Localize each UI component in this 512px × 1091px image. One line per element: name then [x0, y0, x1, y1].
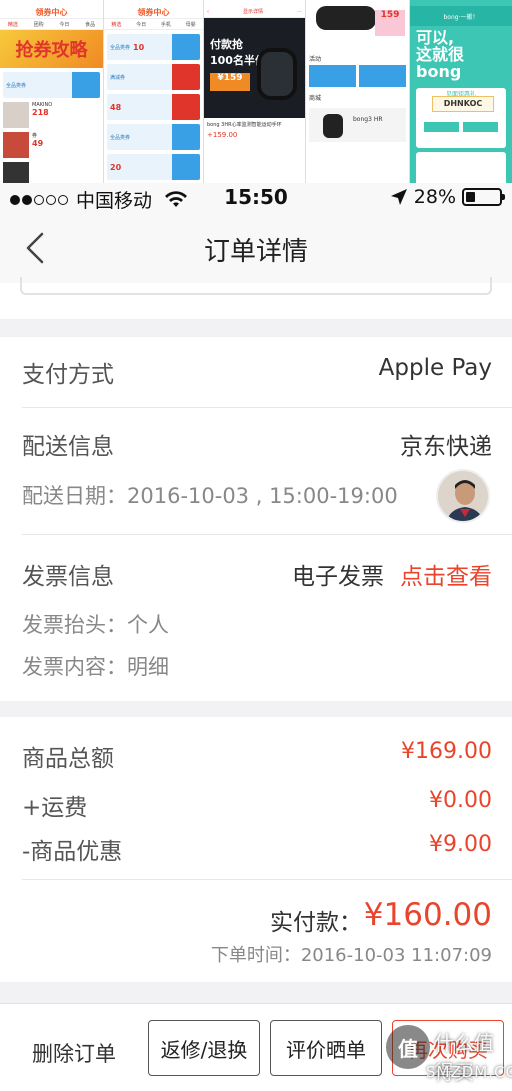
order-time: 下单时间：2016-10-03 11:07:09: [210, 945, 492, 966]
return-exchange-button[interactable]: 返修/退换: [148, 1020, 260, 1076]
thumb-banner: 抢券攻略: [0, 30, 103, 68]
delete-order-button[interactable]: 删除订单: [32, 1038, 116, 1068]
page-title: 订单详情: [203, 237, 308, 267]
battery-fill: [466, 192, 475, 202]
discount-label: -商品优惠: [22, 839, 123, 865]
thumbnail-coupon-center-1: 领券中心 精选 团购 今日 食品 抢券攻略 全品类券 MAKINO 218 券 49: [0, 0, 104, 183]
discount-value: ¥9.00: [429, 832, 492, 857]
invoice-type: 电子发票: [292, 564, 384, 590]
delivery-label: 配送信息: [22, 434, 114, 460]
status-bar: 中国移动 15:50 28%: [0, 183, 512, 213]
navigation-bar: 订单详情: [0, 213, 512, 283]
review-button[interactable]: 评价晒单: [270, 1020, 382, 1076]
invoice-content: 发票内容：明细: [22, 651, 169, 681]
thumb-product-banner: 付款抢 100名半价! ¥159: [204, 18, 305, 118]
view-invoice-link[interactable]: 点击查看: [400, 557, 492, 591]
bottom-action-bar: 删除订单 返修/退换 评价晒单 再次购买 值 什么值得买 SMZDM.COM: [0, 1003, 512, 1091]
screenshot-collage: 领券中心 精选 团购 今日 食品 抢券攻略 全品类券 MAKINO 218 券 49 …: [0, 0, 512, 183]
thumb-title: 领券中心: [0, 6, 103, 19]
buy-again-button[interactable]: 再次购买: [392, 1020, 504, 1076]
band-image: [257, 48, 297, 100]
invoice-content-value: 明细: [127, 655, 169, 679]
order-info-section: 支付方式 Apple Pay 配送信息 京东快递 配送日期：2016-10-03…: [0, 337, 512, 701]
courier-avatar[interactable]: [436, 469, 490, 523]
previous-card-edge: [0, 277, 512, 319]
delivery-date-value: 2016-10-03 , 15:00-19:00: [127, 484, 398, 508]
invoice-label: 发票信息: [22, 564, 114, 590]
thumbnail-coupon-center-2: 领券中心 精选 今日 手机 母婴 全品类券 10 满减券 48 全品类券 20: [104, 0, 204, 183]
thumbnail-bong-product: ‹ 显示详情 ⋯ 付款抢 100名半价! ¥159 bong 3HR心率监测智能运动手…: [204, 0, 306, 183]
invoice-header: 发票抬头：个人: [22, 609, 169, 639]
thumb-title: 领券中心: [104, 6, 203, 19]
payment-method-label: 支付方式: [22, 362, 114, 388]
divider: [22, 879, 512, 880]
band-image: [316, 6, 376, 30]
location-arrow-icon: [390, 189, 407, 205]
goods-total-value: ¥169.00: [401, 739, 492, 764]
shipping-label: +运费: [22, 795, 88, 821]
amount-paid-value: ¥160.00: [363, 897, 492, 933]
delivery-date-label: 配送日期：: [22, 484, 127, 508]
invoice-header-value: 个人: [127, 613, 169, 637]
divider: [22, 407, 512, 408]
delivery-carrier: 京东快递: [400, 434, 492, 460]
price-summary-section: 商品总额 ¥169.00 +运费 ¥0.00 -商品优惠 ¥9.00 实付款： …: [0, 717, 512, 982]
delivery-date: 配送日期：2016-10-03 , 15:00-19:00: [22, 480, 398, 510]
shipping-value: ¥0.00: [429, 788, 492, 813]
divider: [22, 534, 512, 535]
thumbnail-bong-store: 159 活动 商城 bong3 HR: [306, 0, 410, 183]
battery-icon: [462, 188, 505, 206]
amount-paid-label: 实付款：: [270, 910, 362, 936]
goods-total-label: 商品总额: [22, 746, 114, 772]
band-image: [323, 114, 343, 138]
invoice-header-label: 发票抬头：: [22, 613, 127, 637]
invoice-content-label: 发票内容：: [22, 655, 127, 679]
battery-percent: 28%: [413, 186, 456, 208]
payment-method-value: Apple Pay: [378, 355, 492, 381]
courier-photo: [438, 471, 488, 521]
thumbnail-bong-promo: bong·一搬！ 可以, 这就很bong 见面钜惠礼 DHNKOC: [410, 0, 512, 183]
